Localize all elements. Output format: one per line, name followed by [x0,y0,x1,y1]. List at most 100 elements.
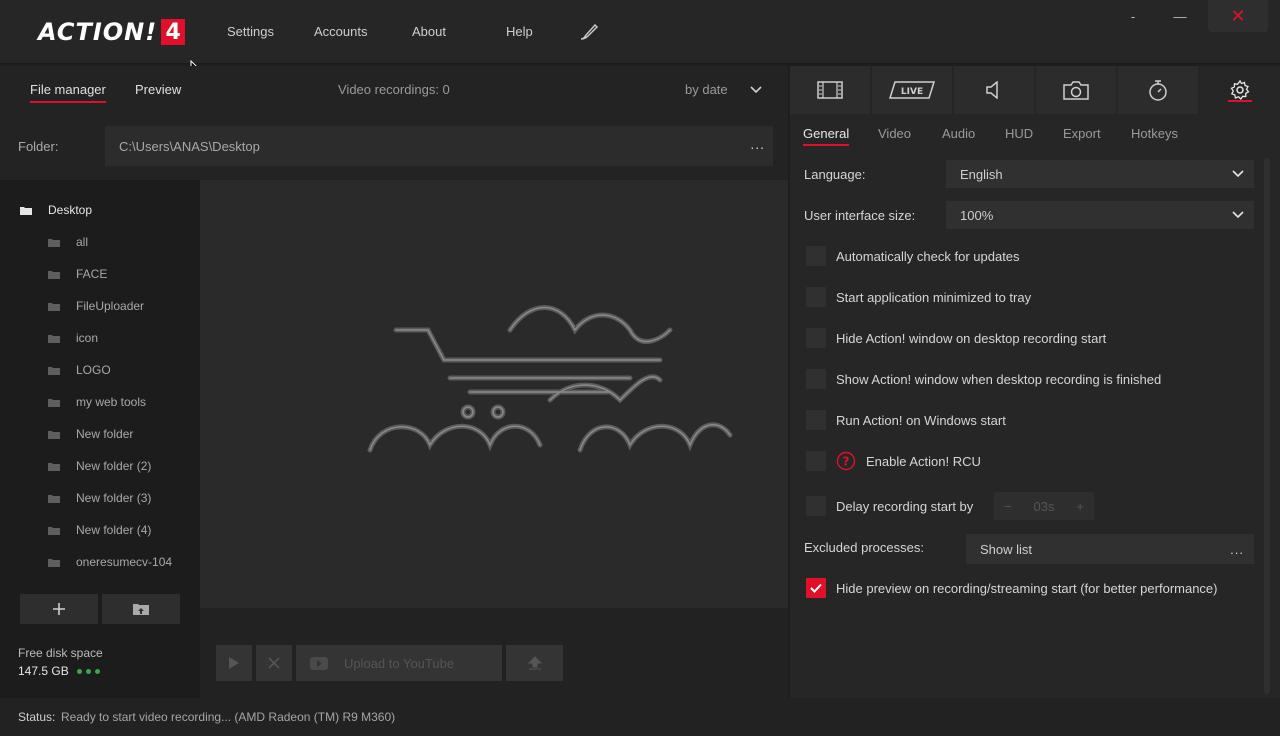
upload-button[interactable] [506,645,563,681]
delay-decrement-button[interactable]: − [1004,499,1012,514]
delay-stepper[interactable]: − 03s + [994,492,1094,520]
upload-youtube-label: Upload to YouTube [343,655,455,671]
app-logo: ACTION! 4 [38,18,186,46]
delete-button[interactable] [256,645,292,681]
tab-audio-recording[interactable] [954,66,1034,114]
open-folder-button[interactable] [102,594,180,624]
checkbox-box[interactable] [806,451,826,471]
sort-dropdown[interactable]: by date [685,82,765,97]
subtab-export[interactable]: Export [1063,126,1101,144]
tree-item[interactable]: FileUploader [0,290,200,322]
watermark-logo [367,305,733,453]
tree-item[interactable]: FACE [0,258,200,290]
delay-recording-checkbox[interactable]: Delay recording start by [806,495,973,517]
chevron-down-icon [1232,211,1244,219]
tree-item[interactable]: my web tools [0,386,200,418]
enable-rcu-checkbox[interactable]: ? Enable Action! RCU [806,450,981,472]
checkbox-box[interactable] [806,328,826,348]
close-button[interactable]: ✕ [1208,0,1268,32]
tree-item-label: my web tools [76,395,147,409]
browse-folder-button[interactable]: ... [750,136,765,152]
auto-update-label: Automatically check for updates [836,248,1020,264]
add-folder-button[interactable] [20,594,98,624]
tree-item-label: FileUploader [76,299,145,313]
tree-item-label: New folder (2) [76,459,152,473]
tab-video-recording[interactable] [790,66,870,114]
auto-update-checkbox[interactable]: Automatically check for updates [806,245,1020,267]
brush-icon[interactable] [578,22,600,42]
tree-item[interactable]: New folder (3) [0,482,200,514]
nav-help[interactable]: Help [506,24,533,39]
run-on-start-label: Run Action! on Windows start [836,412,1006,428]
checkbox-box[interactable] [806,578,826,598]
tree-item[interactable]: LOGO [0,354,200,386]
tab-live-streaming[interactable]: LIVE [872,66,952,114]
language-select[interactable]: English [946,160,1254,188]
folder-path-field[interactable]: C:\Users\ANAS\Desktop ... [105,126,773,166]
hide-on-start-checkbox[interactable]: Hide Action! window on desktop recording… [806,327,1106,349]
stopwatch-icon [1149,80,1167,101]
checkbox-box[interactable] [806,246,826,266]
title-bar: ACTION! 4 Settings Accounts About Help -… [0,0,1280,64]
settings-scrollbar[interactable] [1264,158,1270,694]
delay-value: 03s [1033,498,1055,514]
tree-item[interactable]: oneresumecv-104 [0,546,200,578]
subtab-hud[interactable]: HUD [1005,126,1033,144]
folder-icon [48,462,60,471]
tab-preview[interactable]: Preview [135,82,181,101]
subtab-video[interactable]: Video [878,126,911,144]
nav-settings[interactable]: Settings [227,24,274,39]
nav-about[interactable]: About [412,24,446,39]
run-on-start-checkbox[interactable]: Run Action! on Windows start [806,409,1006,431]
checkbox-box[interactable] [806,287,826,307]
ui-size-value: 100% [960,208,994,223]
preview-area [200,180,788,608]
tree-item[interactable]: New folder (4) [0,514,200,546]
tab-settings[interactable] [1200,66,1280,114]
settings-subtabs: General Video Audio HUD Export Hotkeys [790,114,1280,152]
logo-text: ACTION! [38,18,158,46]
hide-on-start-label: Hide Action! window on desktop recording… [836,330,1107,346]
checkbox-box[interactable] [806,496,826,516]
live-icon: LIVE [889,81,935,99]
upload-youtube-button[interactable]: Upload to YouTube [296,645,502,681]
file-manager-pane: File manager Preview Video recordings: 0… [0,66,788,698]
delay-increment-button[interactable]: + [1076,499,1084,514]
ui-size-label: User interface size: [804,208,916,223]
subtab-audio[interactable]: Audio [942,126,975,144]
excluded-more-button[interactable]: ... [1230,542,1244,557]
folder-icon [48,494,60,503]
minimize-button[interactable]: — [1166,0,1194,32]
tree-item[interactable]: New folder (2) [0,450,200,482]
checkbox-box[interactable] [806,369,826,389]
checkbox-box[interactable] [806,410,826,430]
folder-icon [20,206,32,215]
tree-root-desktop[interactable]: Desktop [0,194,200,226]
disk-space-label: Free disk space [18,646,103,660]
subtab-hotkeys[interactable]: Hotkeys [1131,126,1178,144]
tree-item-label: New folder [76,427,134,441]
minimize-alt-button[interactable]: - [1120,0,1146,32]
subtab-general[interactable]: General [803,126,850,146]
excluded-processes-button[interactable]: Show list ... [966,534,1254,564]
start-minimized-checkbox[interactable]: Start application minimized to tray [806,286,1031,308]
folder-icon [48,334,60,343]
play-button[interactable] [216,645,252,681]
disk-space-value: 147.5 GB [18,664,100,678]
show-on-finish-checkbox[interactable]: Show Action! window when desktop recordi… [806,368,1161,390]
tree-item[interactable]: New folder [0,418,200,450]
disk-space-amount: 147.5 GB [18,664,69,678]
tab-file-manager[interactable]: File manager [30,82,106,103]
hide-preview-checkbox[interactable]: Hide preview on recording/streaming star… [806,577,1218,599]
folder-icon [48,558,60,567]
tab-screenshot[interactable] [1036,66,1116,114]
ui-size-select[interactable]: 100% [946,201,1254,229]
tab-benchmark[interactable] [1118,66,1198,114]
help-icon[interactable]: ? [836,451,856,471]
chevron-down-icon [1232,170,1244,178]
tree-item[interactable]: icon [0,322,200,354]
tree-item[interactable]: all [0,226,200,258]
gear-icon [1230,80,1250,100]
folder-tree: Desktop all FACE FileUploader icon LOGO my we… [0,180,200,698]
nav-accounts[interactable]: Accounts [314,24,367,39]
